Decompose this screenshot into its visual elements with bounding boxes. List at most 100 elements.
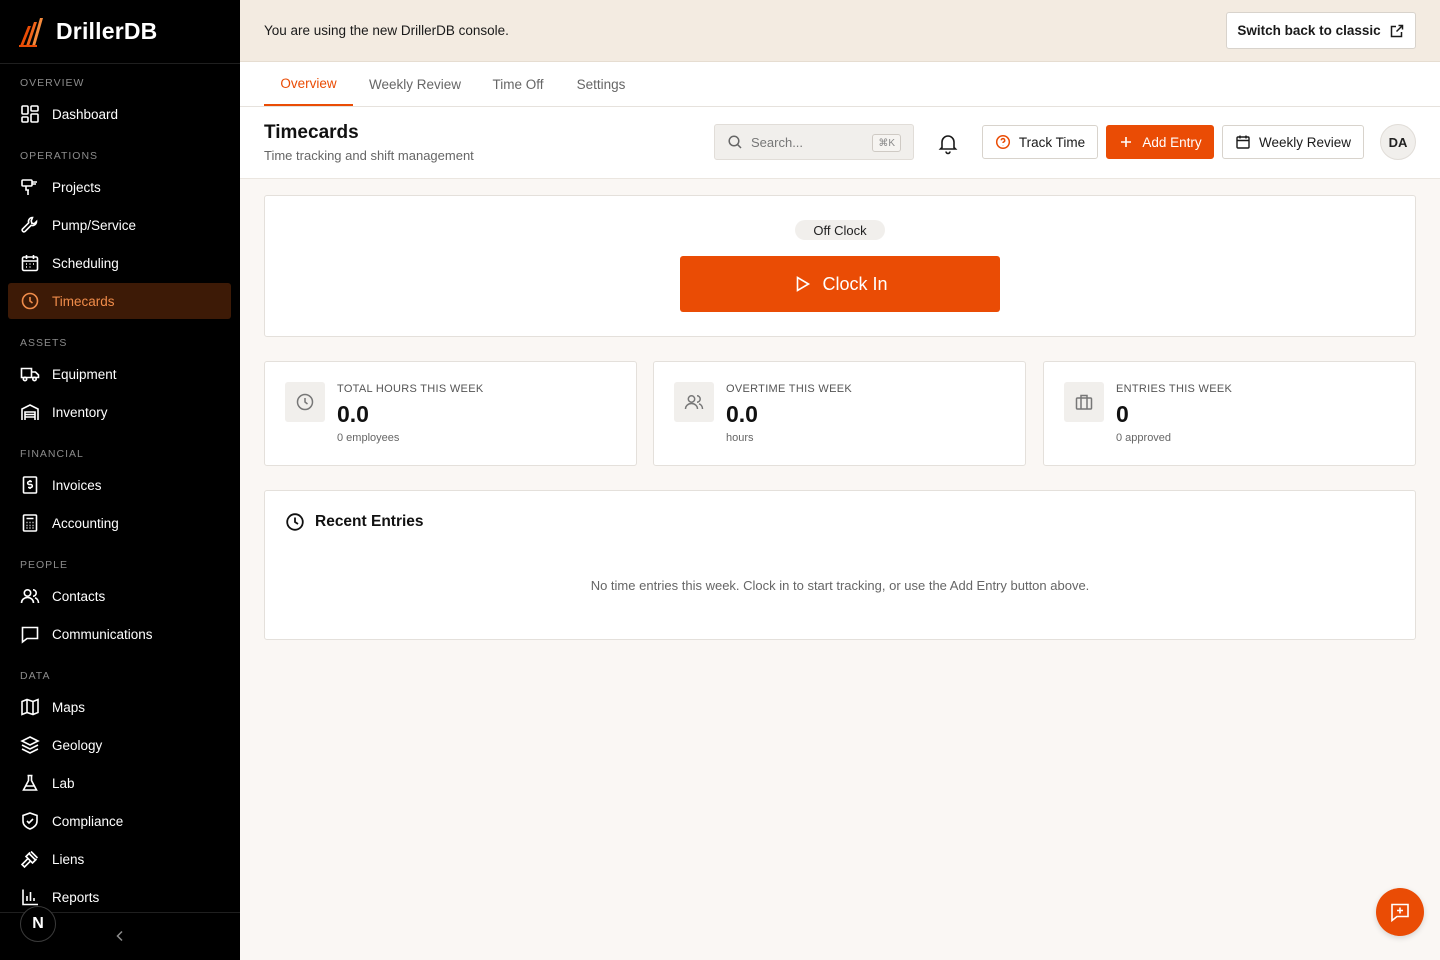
clock-card: Off Clock Clock In xyxy=(264,195,1416,337)
weekly-review-button[interactable]: Weekly Review xyxy=(1222,125,1364,159)
stat-value: 0 xyxy=(1116,401,1129,427)
sidebar-item-label: Timecards xyxy=(52,293,115,309)
sidebar-item-label: Lab xyxy=(52,775,75,791)
drillerdb-logo xyxy=(18,16,44,48)
sidebar-item-contacts[interactable]: Contacts xyxy=(8,578,231,614)
sidebar-item-label: Communications xyxy=(52,626,153,642)
recent-entries-title: Recent Entries xyxy=(315,513,424,530)
stat-value: 0.0 xyxy=(726,401,758,427)
sidebar-item-projects[interactable]: Projects xyxy=(8,169,231,205)
gavel-icon xyxy=(20,849,40,869)
bell-icon[interactable] xyxy=(936,131,960,155)
section-label-financial: Financial xyxy=(20,448,84,460)
page-title: Timecards xyxy=(264,122,359,143)
sidebar-item-timecards[interactable]: Timecards xyxy=(8,283,231,319)
sidebar-item-dashboard[interactable]: Dashboard xyxy=(8,96,231,132)
sidebar-item-equipment[interactable]: Equipment xyxy=(8,356,231,392)
sidebar-item-label: Invoices xyxy=(52,477,102,493)
add-entry-label: Add Entry xyxy=(1142,134,1202,150)
layers-icon xyxy=(20,735,40,755)
switch-to-classic-label: Switch back to classic xyxy=(1237,23,1381,38)
briefcase-icon xyxy=(1064,382,1104,422)
page-header: Timecards Time tracking and shift manage… xyxy=(240,107,1440,179)
tab-bar: Overview Weekly Review Time Off Settings xyxy=(240,62,1440,107)
sidebar-item-label: Accounting xyxy=(52,515,119,531)
timer-icon xyxy=(995,134,1011,150)
workspace-badge[interactable]: N xyxy=(20,906,56,942)
sidebar-item-label: Projects xyxy=(52,179,101,195)
sidebar-item-maps[interactable]: Maps xyxy=(8,689,231,725)
clock-icon xyxy=(20,291,40,311)
sidebar-item-geology[interactable]: Geology xyxy=(8,727,231,763)
search-box[interactable]: ⌘K xyxy=(714,124,914,160)
sidebar-item-label: Contacts xyxy=(52,588,106,604)
tab-weekly-review[interactable]: Weekly Review xyxy=(360,62,470,106)
truck-icon xyxy=(20,364,40,384)
clock-icon xyxy=(285,382,325,422)
sidebar-item-lab[interactable]: Lab xyxy=(8,765,231,801)
section-label-assets: Assets xyxy=(20,337,68,349)
sidebar-item-label: Pump/Service xyxy=(52,217,137,233)
external-link-icon xyxy=(1389,23,1405,39)
empty-state-text: No time entries this week. Clock in to s… xyxy=(590,578,1090,593)
plus-icon xyxy=(1118,134,1134,150)
users-icon xyxy=(20,586,40,606)
sidebar-item-label: Scheduling xyxy=(52,255,119,271)
clock-in-label: Clock In xyxy=(822,273,888,294)
switch-to-classic-button[interactable]: Switch back to classic xyxy=(1226,12,1416,49)
sidebar-item-inventory[interactable]: Inventory xyxy=(8,394,231,430)
wrench-icon xyxy=(20,215,40,235)
drill-icon xyxy=(20,177,40,197)
stat-subtext: 0 approved xyxy=(1116,432,1172,444)
clock-status-badge: Off Clock xyxy=(795,220,885,240)
map-icon xyxy=(20,697,40,717)
track-time-label: Track Time xyxy=(1018,134,1086,150)
stat-label: Overtime this week xyxy=(726,383,853,395)
sidebar-item-pump-service[interactable]: Pump/Service xyxy=(8,207,231,243)
tab-overview[interactable]: Overview xyxy=(264,62,353,106)
message-plus-icon xyxy=(1389,901,1411,923)
tab-time-off[interactable]: Time Off xyxy=(482,62,554,106)
sidebar-item-scheduling[interactable]: Scheduling xyxy=(8,245,231,281)
invoice-icon xyxy=(20,475,40,495)
avatar[interactable]: DA xyxy=(1380,124,1416,160)
feedback-chat-button[interactable] xyxy=(1376,888,1424,936)
add-entry-button[interactable]: Add Entry xyxy=(1106,125,1214,159)
section-label-data: Data xyxy=(20,670,51,682)
section-label-people: People xyxy=(20,559,69,571)
users-icon xyxy=(674,382,714,422)
sidebar-item-label: Equipment xyxy=(52,366,117,382)
stat-subtext: hours xyxy=(726,432,754,444)
calculator-icon xyxy=(20,513,40,533)
calendar-icon xyxy=(1235,134,1251,150)
sidebar-item-liens[interactable]: Liens xyxy=(8,841,231,877)
app-name: DrillerDB xyxy=(56,18,158,44)
track-time-button[interactable]: Track Time xyxy=(982,125,1098,159)
page-subtitle: Time tracking and shift management xyxy=(264,148,474,163)
play-icon xyxy=(792,274,812,294)
search-icon xyxy=(727,134,751,150)
recent-entries-card: Recent Entries No time entries this week… xyxy=(264,490,1416,640)
shield-icon xyxy=(20,811,40,831)
sidebar-item-accounting[interactable]: Accounting xyxy=(8,505,231,541)
recent-entries-header: Recent Entries xyxy=(285,512,424,532)
stat-label: Entries this week xyxy=(1116,383,1233,395)
brand[interactable]: DrillerDB xyxy=(0,0,240,64)
sidebar-item-label: Compliance xyxy=(52,813,124,829)
message-icon xyxy=(20,624,40,644)
stat-value: 0.0 xyxy=(337,401,369,427)
tab-settings[interactable]: Settings xyxy=(566,62,636,106)
stat-label: Total hours this week xyxy=(337,383,484,395)
search-input[interactable] xyxy=(751,134,861,150)
clock-in-button[interactable]: Clock In xyxy=(680,256,1000,312)
collapse-sidebar-icon[interactable] xyxy=(112,928,128,944)
warehouse-icon xyxy=(20,402,40,422)
sidebar-item-communications[interactable]: Communications xyxy=(8,616,231,652)
sidebar: DrillerDB Overview Dashboard Operations … xyxy=(0,0,240,960)
stat-card-overtime: Overtime this week 0.0 hours xyxy=(653,361,1026,466)
sidebar-item-invoices[interactable]: Invoices xyxy=(8,467,231,503)
sidebar-item-label: Liens xyxy=(52,851,85,867)
dashboard-icon xyxy=(20,104,40,124)
sidebar-item-compliance[interactable]: Compliance xyxy=(8,803,231,839)
sidebar-item-label: Reports xyxy=(52,889,100,905)
